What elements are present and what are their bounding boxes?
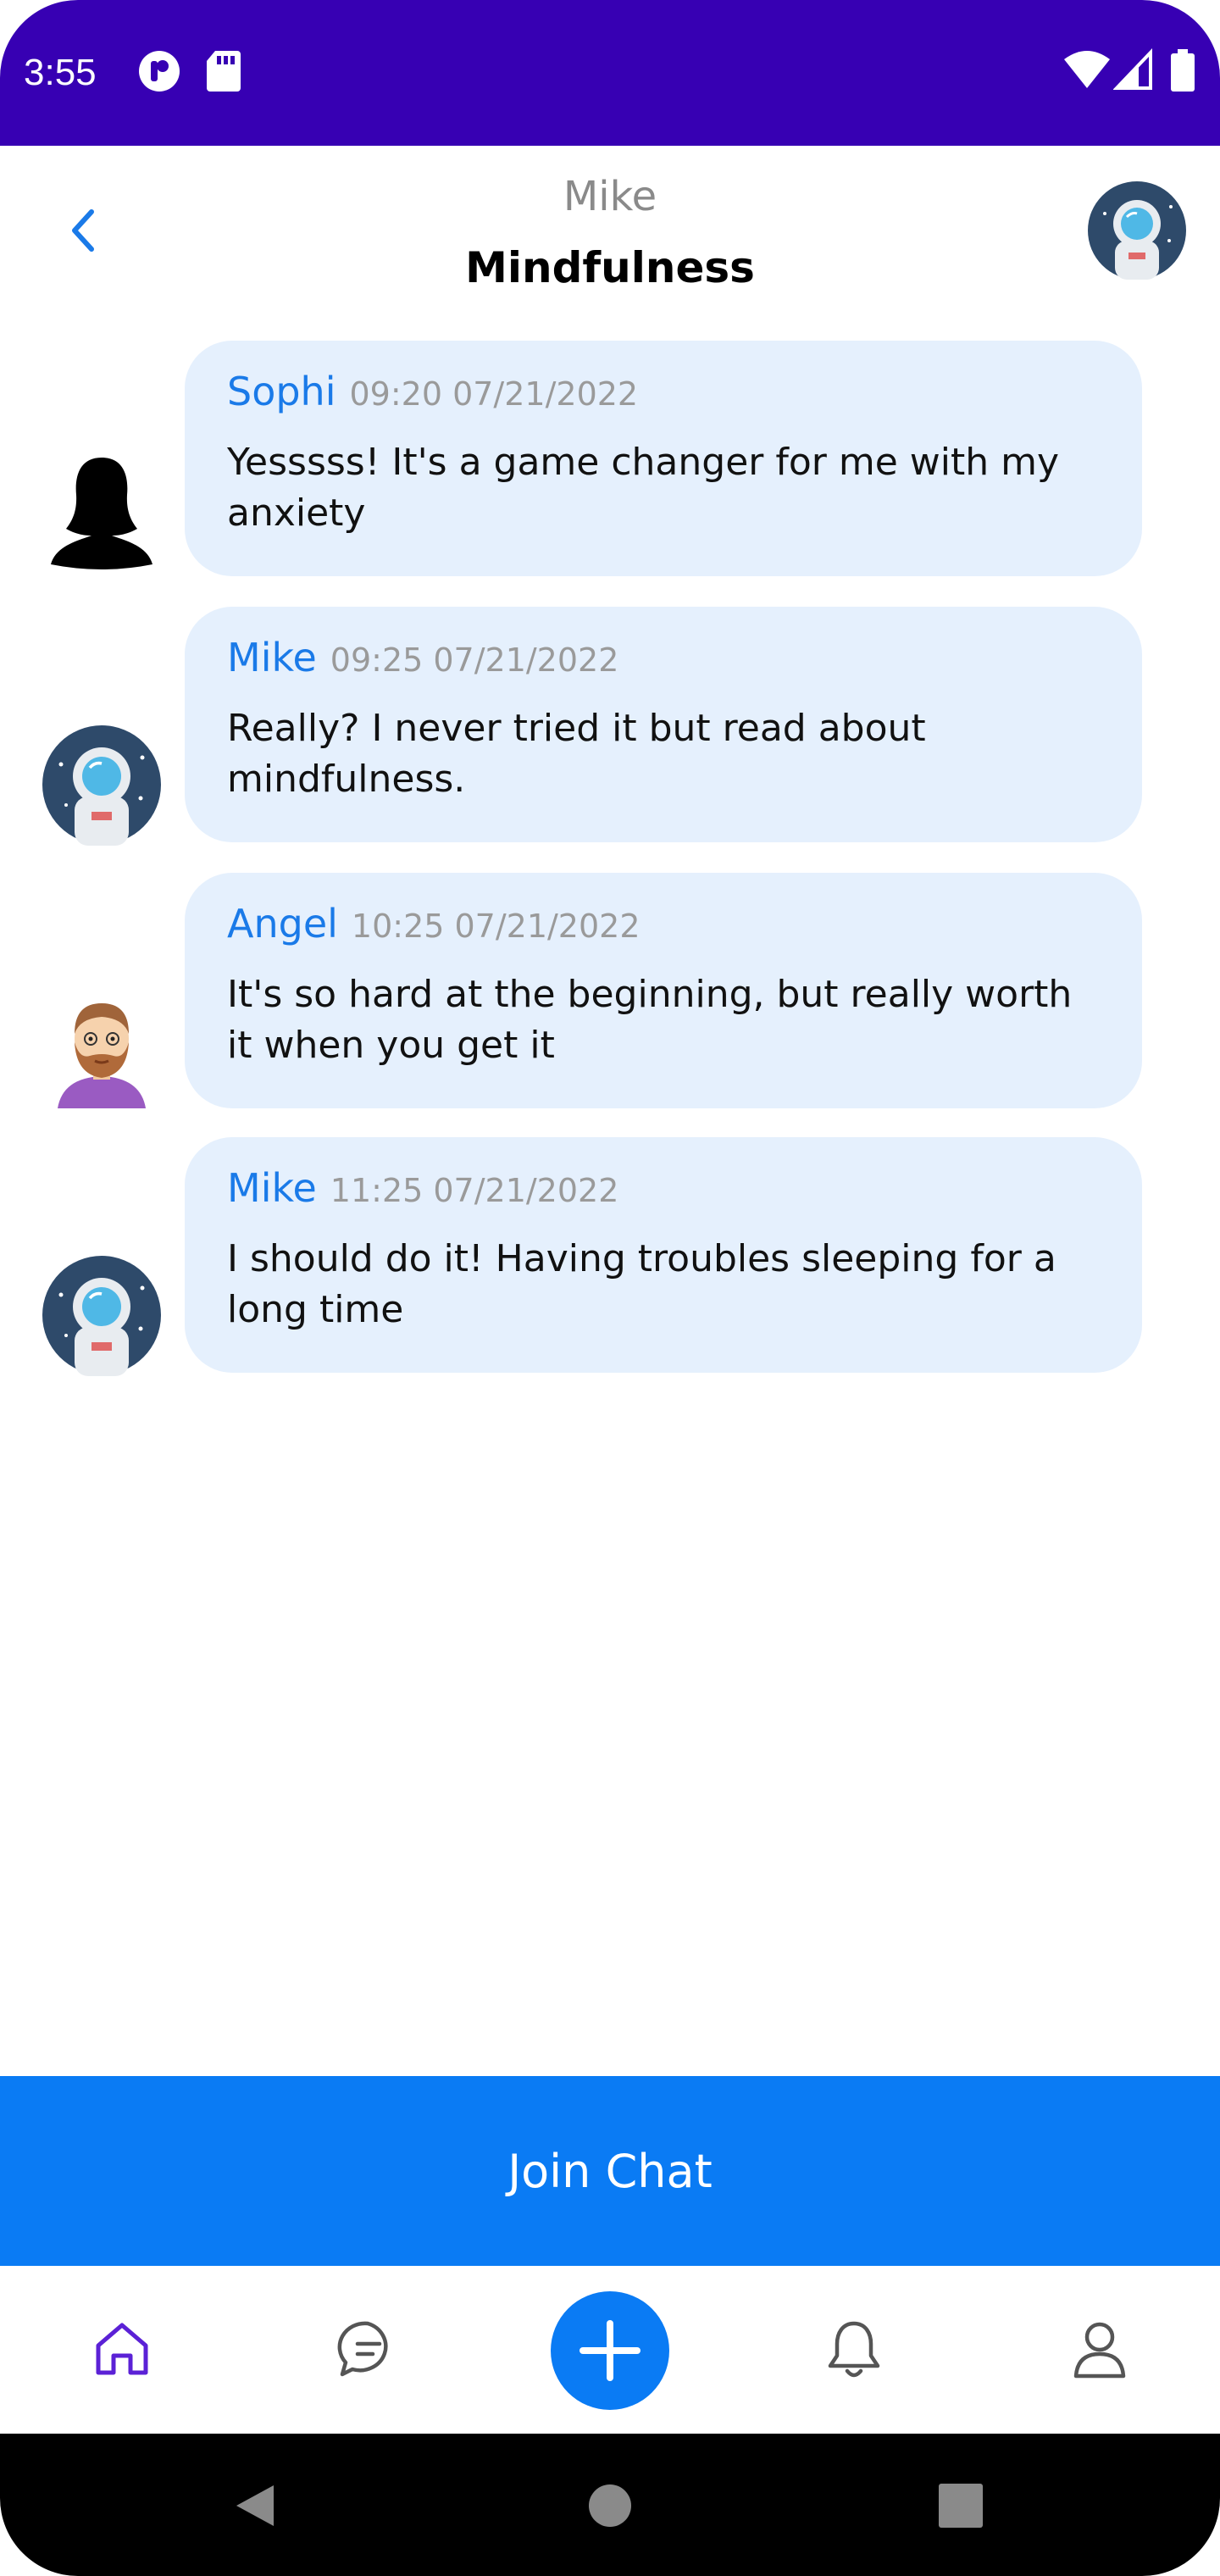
status-time: 3:55 [24, 52, 97, 93]
message-timestamp: 11:25 07/21/2022 [330, 1172, 619, 1209]
home-icon [96, 2323, 148, 2375]
message-item: Angel 10:25 07/21/2022 It's so hard at t… [0, 873, 1220, 1108]
status-bar: 3:55 [0, 0, 1220, 146]
astronaut-avatar [42, 1256, 161, 1376]
astronaut-avatar [42, 725, 161, 846]
chat-header: Mike Mindfulness [0, 146, 1220, 332]
sender-name[interactable]: Mike [227, 1161, 317, 1215]
message-text: I should do it! Having troubles sleeping… [227, 1237, 1056, 1331]
message-timestamp: 09:20 07/21/2022 [349, 375, 639, 413]
chat-icon [337, 2321, 388, 2377]
nav-notifications[interactable] [812, 2307, 896, 2391]
message-text: Really? I never tried it but read about … [227, 707, 926, 801]
triangle-back-icon [236, 2485, 274, 2526]
square-recents-icon [939, 2484, 983, 2528]
message-bubble: Mike 09:25 07/21/2022 Really? I never tr… [185, 607, 1142, 842]
notification-app-icon [136, 47, 183, 98]
sender-name[interactable]: Angel [227, 897, 338, 951]
message-timestamp: 10:25 07/21/2022 [351, 908, 640, 945]
sender-avatar[interactable] [41, 986, 163, 1108]
message-text: It's so hard at the beginning, but reall… [227, 973, 1073, 1067]
circle-home-icon [589, 2484, 631, 2527]
system-back-button[interactable] [217, 2468, 293, 2544]
page-title: Mindfulness [465, 243, 755, 292]
message-bubble: Mike 11:25 07/21/2022 I should do it! Ha… [185, 1137, 1142, 1373]
nav-chat[interactable] [325, 2307, 410, 2391]
sender-avatar[interactable] [41, 447, 163, 569]
astronaut-avatar [1088, 181, 1186, 280]
bell-icon [828, 2321, 880, 2378]
message-item: Sophi 09:20 07/21/2022 Yesssss! It's a g… [0, 341, 1220, 576]
message-timestamp: 09:25 07/21/2022 [330, 641, 619, 679]
header-subtitle: Mike [563, 173, 657, 220]
bearded-man-avatar [58, 1003, 146, 1108]
sender-name[interactable]: Mike [227, 630, 317, 685]
join-chat-button[interactable]: Join Chat [0, 2076, 1220, 2266]
system-recents-button[interactable] [923, 2468, 999, 2544]
sd-card-icon [205, 47, 242, 98]
nav-home[interactable] [80, 2307, 164, 2391]
system-nav-bar [0, 2434, 1220, 2576]
sender-avatar[interactable] [41, 724, 163, 846]
battery-icon [1167, 47, 1198, 98]
sender-name[interactable]: Sophi [227, 364, 336, 419]
system-home-button[interactable] [572, 2468, 648, 2544]
profile-icon [1073, 2322, 1126, 2379]
message-bubble: Angel 10:25 07/21/2022 It's so hard at t… [185, 873, 1142, 1108]
bottom-nav [0, 2266, 1220, 2434]
nav-profile[interactable] [1057, 2307, 1142, 2391]
add-icon [580, 2320, 640, 2381]
female-silhouette-avatar [51, 458, 152, 569]
message-text: Yesssss! It's a game changer for me with… [227, 441, 1059, 535]
message-bubble: Sophi 09:20 07/21/2022 Yesssss! It's a g… [185, 341, 1142, 576]
message-item: Mike 09:25 07/21/2022 Really? I never tr… [0, 607, 1220, 846]
wifi-icon [1062, 47, 1112, 98]
header-avatar[interactable] [1088, 181, 1186, 280]
add-button[interactable] [551, 2291, 669, 2410]
sender-avatar[interactable] [41, 1254, 163, 1376]
message-item: Mike 11:25 07/21/2022 I should do it! Ha… [0, 1137, 1220, 1376]
signal-icon [1112, 47, 1154, 98]
